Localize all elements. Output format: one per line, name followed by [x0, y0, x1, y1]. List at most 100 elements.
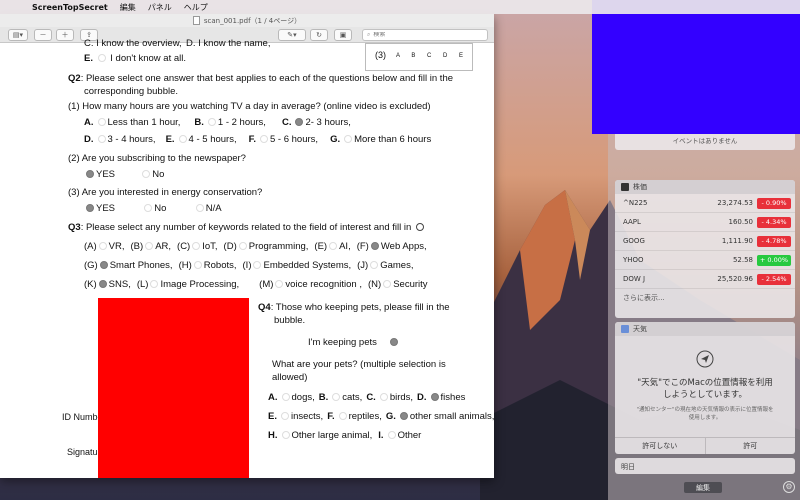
stock-row[interactable]: YHOO 52.58 + 0.00%	[615, 251, 795, 270]
keeping-pets-line: I'm keeping pets	[308, 337, 400, 348]
menu-panel[interactable]: パネル	[148, 2, 172, 13]
zoom-in-icon[interactable]: ＋	[56, 29, 74, 41]
bubble[interactable]	[145, 242, 154, 251]
deny-button[interactable]: 許可しない	[615, 438, 705, 454]
option-text: reptiles,	[348, 411, 382, 422]
bubble-filled[interactable]	[86, 170, 94, 179]
bubble-filled[interactable]	[399, 412, 408, 421]
option-text: Web Apps,	[380, 241, 427, 252]
settings-gear-icon[interactable]: ⚙	[783, 481, 795, 493]
bubble[interactable]	[97, 118, 106, 127]
option-text: other small animals,	[409, 411, 494, 422]
bubble[interactable]	[280, 412, 289, 421]
bubble[interactable]	[207, 118, 216, 127]
sidebar-toggle-icon[interactable]: ▤▾	[8, 29, 28, 41]
option-letter: (M)	[259, 279, 274, 290]
option-letter: (A)	[84, 241, 97, 252]
bubble[interactable]	[344, 135, 353, 144]
bubble[interactable]	[238, 242, 247, 251]
weather-widget: 天気 "天気"でこのMacの位置情報を利用 しようとしています。 "通知センター…	[615, 322, 795, 454]
option-letter: B.	[318, 392, 329, 403]
bubble[interactable]	[338, 412, 347, 421]
edit-button[interactable]: 編集	[684, 482, 722, 493]
bubble[interactable]	[98, 242, 107, 251]
bubble-filled[interactable]	[98, 280, 107, 289]
stock-change-badge: - 4.78%	[757, 235, 791, 247]
weather-header: 天気	[615, 322, 795, 336]
stock-row[interactable]: GOOG 1,111.90 - 4.78%	[615, 232, 795, 251]
bubble[interactable]	[144, 204, 153, 213]
stocks-title: 株価	[633, 183, 647, 191]
menu-edit[interactable]: 編集	[120, 2, 136, 13]
option-letter: F.	[327, 411, 335, 422]
top-fragment-1: C. I know the overview,	[84, 38, 182, 49]
menu-help[interactable]: ヘルプ	[184, 2, 208, 13]
toolbox-icon[interactable]: ▣	[334, 29, 352, 41]
stock-row[interactable]: AAPL 160.50- 4.34%	[615, 213, 795, 232]
bubble[interactable]	[281, 393, 290, 402]
search-input[interactable]	[373, 32, 487, 38]
allow-button[interactable]: 許可	[704, 438, 796, 454]
bubble[interactable]	[178, 135, 187, 144]
bubble[interactable]	[260, 135, 268, 144]
bubble-filled[interactable]	[99, 261, 108, 270]
bubble[interactable]	[332, 393, 341, 402]
option-text: Programming,	[248, 241, 309, 252]
bubble[interactable]	[195, 204, 204, 213]
newspaper-options: YES No	[84, 169, 164, 180]
markup-pen-icon[interactable]: ✎▾	[278, 29, 306, 41]
option-text: AI,	[339, 241, 351, 252]
option-e-line: E. I don't know at all.	[84, 53, 186, 64]
stock-row[interactable]: DOW J 25,520.96 - 2.54%	[615, 270, 795, 289]
keywords-row-1: (A) VR, (B) AR, (C) IoT, (D) Programming, (E) AI,…	[84, 241, 437, 252]
bubble[interactable]	[150, 280, 159, 289]
option-letter: F.	[248, 134, 256, 145]
bubble[interactable]	[193, 261, 202, 270]
bubble[interactable]	[97, 135, 106, 144]
stocks-widget: 株価 ^N225 23,274.53 - 0.90% AAPL 160.50- 4.34…	[615, 180, 795, 318]
pdf-page[interactable]: C. I know the overview, D. I know the na…	[0, 38, 494, 478]
bubble-filled[interactable]	[86, 204, 94, 213]
stock-change-badge: + 0.00%	[757, 254, 791, 266]
q4-text-line2: bubble.	[274, 315, 306, 326]
search-field[interactable]: ⌕	[362, 29, 488, 41]
pets-question-line1: What are your pets? (multiple selection …	[272, 359, 446, 370]
bubble-filled[interactable]	[295, 118, 304, 127]
option-text: Security	[393, 279, 428, 290]
option-text: fishes	[440, 392, 466, 403]
stocks-more-link[interactable]: さらに表示...	[615, 289, 795, 307]
location-arrow-icon	[615, 350, 795, 370]
weather-sub-line2: 使用します。	[688, 415, 722, 421]
tv-hours-row-1: A. Less than 1 hour, B. 1 - 2 hours, C. 2- 3 …	[84, 117, 361, 128]
bubble-filled[interactable]	[430, 393, 439, 402]
bubble[interactable]	[281, 431, 290, 440]
option-letter: (E)	[314, 241, 328, 252]
bubble[interactable]	[329, 242, 338, 251]
zoom-out-icon[interactable]: －	[34, 29, 52, 41]
bubble[interactable]	[383, 280, 392, 289]
bubble[interactable]	[97, 54, 106, 63]
bubble[interactable]	[370, 261, 379, 270]
stock-change-badge: - 2.54%	[757, 273, 791, 285]
menu-app-name[interactable]: ScreenTopSecret	[32, 3, 108, 12]
q3-text: : Please select any number of keywords r…	[80, 222, 412, 233]
bubble-filled[interactable]	[370, 242, 379, 251]
rotate-icon[interactable]: ↻	[310, 29, 328, 41]
bubble[interactable]	[387, 431, 396, 440]
option-text: Less than 1 hour,	[107, 117, 181, 128]
bubble[interactable]	[253, 261, 262, 270]
option-text: 5 - 6 hours,	[270, 134, 319, 145]
search-icon: ⌕	[367, 31, 371, 38]
q4-heading: Q4: Those who keeping pets, please fill …	[258, 302, 450, 313]
bubble[interactable]	[192, 242, 201, 251]
bubble[interactable]	[275, 280, 284, 289]
bubble-filled[interactable]	[390, 338, 399, 347]
stock-symbol: ^N225	[623, 199, 648, 207]
signature-label: Signatur	[67, 447, 101, 457]
stock-row[interactable]: ^N225 23,274.53 - 0.90%	[615, 194, 795, 213]
q2-2-question: (2) Are you subscribing to the newspaper…	[68, 153, 246, 164]
option-letter: E.	[165, 134, 175, 145]
bubble[interactable]	[142, 170, 151, 179]
bubble[interactable]	[379, 393, 388, 402]
option-letter: D.	[84, 134, 94, 145]
